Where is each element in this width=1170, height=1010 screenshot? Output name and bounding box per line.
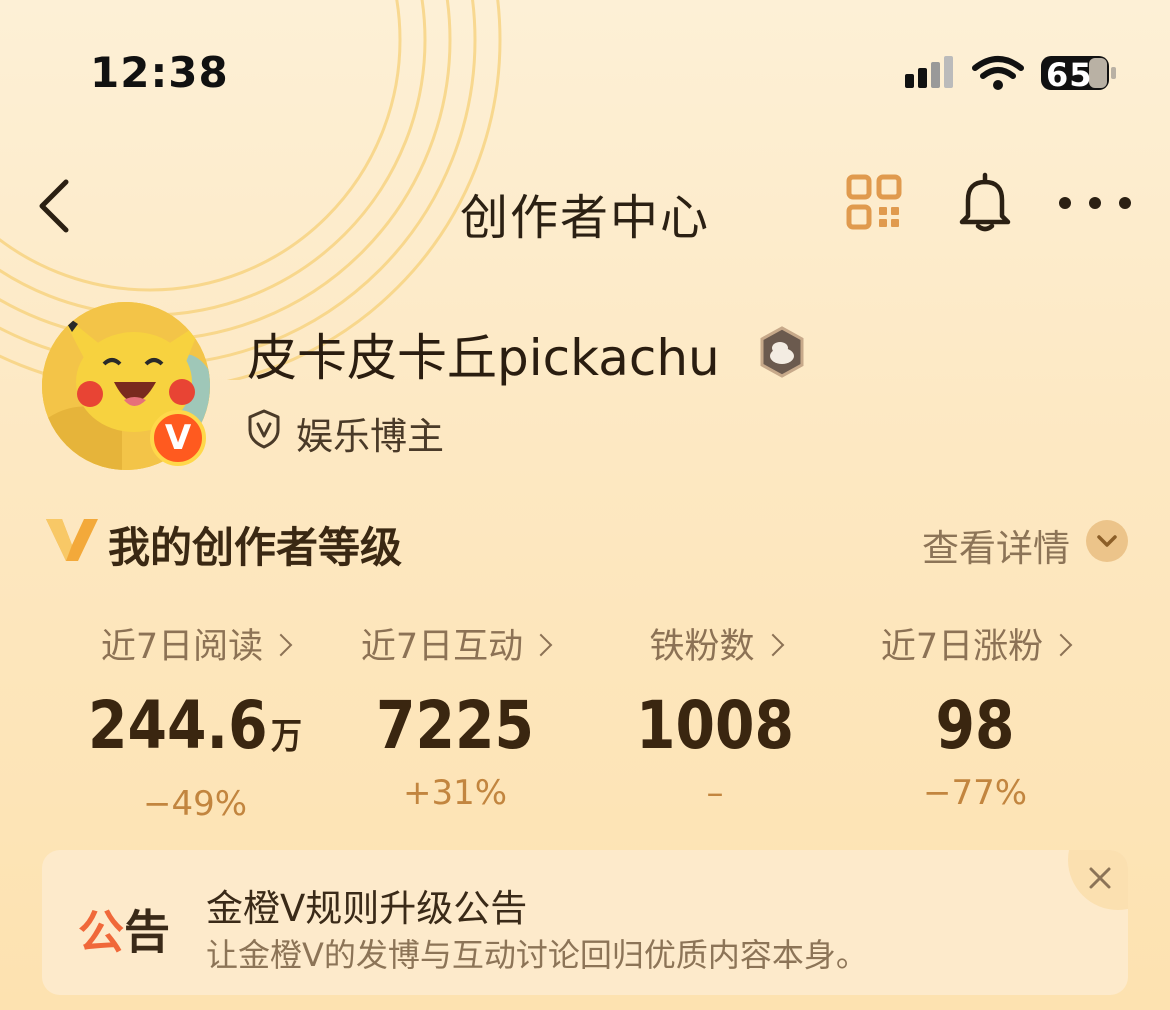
shield-v-icon [248,409,280,449]
stat-interactions[interactable]: 近7日互动 7225 +31% [325,618,585,813]
verified-v-badge: V [150,410,206,466]
battery-level: 65 [1046,56,1093,94]
cellular-signal-icon [905,56,953,88]
announcement-tag: 公告 [78,905,170,959]
stat-label: 近7日阅读 [65,618,325,669]
view-details-link[interactable]: 查看详情 [922,518,1070,572]
role-label: 娱乐博主 [296,415,444,458]
stat-label: 近7日互动 [325,618,585,669]
more-dots-icon[interactable] [1058,196,1132,210]
stat-change: +31% [402,773,508,813]
stat-value: 244.6万 [88,687,302,764]
qr-code-icon[interactable] [846,174,902,230]
stat-reads[interactable]: 近7日阅读 244.6万 −49% [65,618,325,824]
chevron-right-icon [269,633,293,657]
wifi-icon [972,56,1024,79]
stat-change: −49% [142,784,248,824]
details-chevron-button[interactable] [1086,520,1128,562]
creator-level-title: 我的创作者等级 [108,523,403,572]
announcement-title: 金橙V规则升级公告 [206,887,528,930]
stat-value: 1008 [636,687,794,764]
medal-icon[interactable] [758,326,806,378]
announcement-card[interactable]: 公告 金橙V规则升级公告 让金橙V的发博与互动讨论回归优质内容本身。 [42,850,1128,995]
stat-change: – [706,773,724,813]
stat-iron-fans[interactable]: 铁粉数 1008 – [585,618,845,813]
chevron-right-icon [1049,633,1073,657]
close-icon[interactable] [1086,864,1114,892]
stat-label: 近7日涨粉 [845,618,1105,669]
username[interactable]: 皮卡皮卡丘pickachu [247,318,720,390]
stat-new-fans[interactable]: 近7日涨粉 98 −77% [845,618,1105,813]
stat-value: 98 [935,687,1015,764]
announcement-subtitle: 让金橙V的发博与互动讨论回归优质内容本身。 [206,936,868,974]
bell-icon[interactable] [956,172,1014,234]
chevron-down-icon [1097,535,1117,547]
stat-change: −77% [922,773,1028,813]
stat-value: 7225 [376,687,534,764]
stat-unit: 万 [271,716,302,757]
gold-v-icon [46,519,98,561]
stat-label: 铁粉数 [585,618,845,669]
chevron-right-icon [529,633,553,657]
status-time: 12:38 [90,48,229,97]
chevron-right-icon [761,633,784,657]
